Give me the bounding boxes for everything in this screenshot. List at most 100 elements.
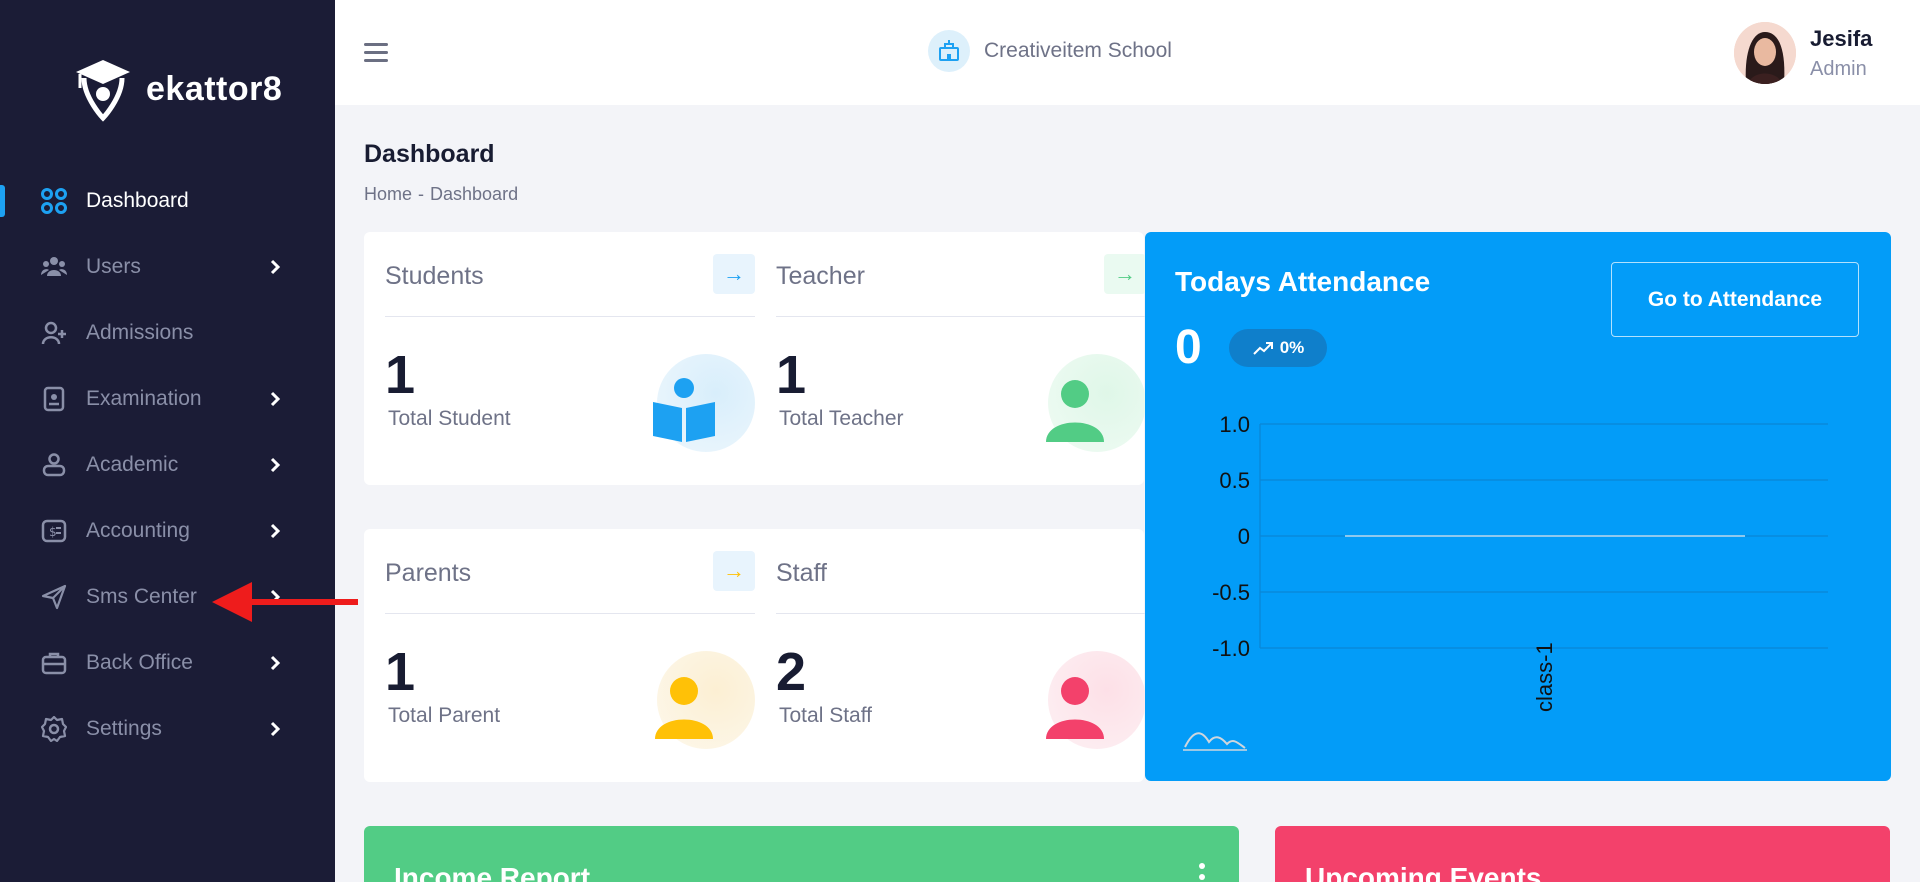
user-profile[interactable]: Jesifa Admin bbox=[1734, 22, 1872, 84]
chart-y-tick-label: 1.0 bbox=[1219, 412, 1250, 437]
brand-name: ekattor8 bbox=[146, 69, 283, 108]
stat-title: Students bbox=[385, 262, 484, 290]
chart-y-tick-label: -0.5 bbox=[1212, 580, 1250, 605]
graduation-pin-icon bbox=[76, 60, 130, 122]
avatar bbox=[1734, 22, 1796, 84]
sidebar-item-label: Users bbox=[86, 255, 141, 278]
stat-value: 1 bbox=[385, 345, 416, 405]
sidebar-item-dashboard[interactable]: Dashboard bbox=[0, 168, 335, 234]
chart-y-tick-label: 0.5 bbox=[1219, 468, 1250, 493]
school-building-icon bbox=[928, 30, 970, 72]
upcoming-events-card: Upcoming Events bbox=[1275, 826, 1890, 882]
chevron-right-icon bbox=[270, 457, 281, 473]
parent-person-icon bbox=[655, 677, 713, 739]
go-to-attendance-button[interactable]: Go to Attendance bbox=[1611, 262, 1859, 337]
chart-y-tick-label: -1.0 bbox=[1212, 636, 1250, 661]
users-icon bbox=[40, 253, 68, 281]
stat-value: 1 bbox=[776, 345, 807, 405]
parents-arrow-button[interactable]: → bbox=[713, 551, 755, 591]
exam-icon bbox=[40, 385, 68, 413]
teacher-stat: Teacher → 1 Total Teacher bbox=[776, 232, 1146, 485]
breadcrumb-current: Dashboard bbox=[430, 184, 519, 204]
svg-text:$: $ bbox=[49, 525, 57, 539]
stat-label: Total Teacher bbox=[779, 407, 904, 430]
breadcrumb-home[interactable]: Home bbox=[364, 184, 412, 204]
attendance-change-badge: 0% bbox=[1229, 329, 1327, 367]
sidebar-item-academic[interactable]: Academic bbox=[0, 432, 335, 498]
breadcrumb: Home - Dashboard bbox=[364, 184, 518, 205]
sidebar-item-label: Admissions bbox=[86, 321, 194, 344]
dashboard-grid-icon bbox=[40, 187, 68, 215]
hamburger-menu-icon[interactable] bbox=[364, 43, 388, 63]
stat-title: Parents bbox=[385, 559, 472, 587]
sidebar-item-label: Sms Center bbox=[86, 585, 197, 608]
parents-stat: Parents → 1 Total Parent bbox=[385, 529, 755, 782]
academic-icon bbox=[40, 451, 68, 479]
stat-label: Total Staff bbox=[779, 704, 873, 727]
sidebar-item-label: Academic bbox=[86, 453, 179, 476]
todays-attendance-card: Todays Attendance 0 0% Go to Attendance … bbox=[1145, 232, 1891, 781]
chevron-right-icon bbox=[270, 655, 281, 671]
income-report-title: Income Report bbox=[394, 862, 591, 882]
sidebar-item-accounting[interactable]: $ Accounting bbox=[0, 498, 335, 564]
chevron-right-icon bbox=[270, 721, 281, 737]
stat-value: 1 bbox=[385, 642, 416, 702]
income-report-card: Income Report bbox=[364, 826, 1239, 882]
more-options-icon[interactable] bbox=[1198, 862, 1206, 882]
stat-label: Total Student bbox=[388, 407, 511, 430]
annotation-arrow bbox=[212, 582, 358, 622]
school-selector[interactable]: Creativeitem School bbox=[928, 30, 1172, 72]
user-name: Jesifa bbox=[1810, 25, 1873, 51]
stats-card-top: Students → 1 Total Student Teacher → 1 T… bbox=[364, 232, 1146, 485]
chart-x-tick-label: class-1 bbox=[1532, 642, 1557, 712]
page-title: Dashboard bbox=[364, 140, 495, 168]
upcoming-events-title: Upcoming Events bbox=[1305, 862, 1542, 882]
chart-mini-sparkline-icon bbox=[1184, 732, 1246, 749]
brand-logo[interactable]: ekattor8 bbox=[74, 56, 282, 122]
top-header: Creativeitem School Jesifa Admin bbox=[335, 0, 1920, 105]
gear-icon bbox=[40, 715, 68, 743]
students-arrow-button[interactable]: → bbox=[713, 254, 755, 294]
briefcase-icon bbox=[40, 649, 68, 677]
sidebar-nav: Dashboard Users Admissions Examination A… bbox=[0, 168, 335, 762]
sidebar-item-users[interactable]: Users bbox=[0, 234, 335, 300]
staff-stat: Staff 2 Total Staff bbox=[776, 529, 1146, 782]
attendance-title: Todays Attendance bbox=[1175, 266, 1431, 297]
sidebar-item-settings[interactable]: Settings bbox=[0, 696, 335, 762]
chevron-right-icon bbox=[270, 259, 281, 275]
sidebar-item-admissions[interactable]: Admissions bbox=[0, 300, 335, 366]
stat-label: Total Parent bbox=[388, 704, 501, 727]
stat-value: 2 bbox=[776, 642, 807, 702]
breadcrumb-separator: - bbox=[418, 184, 425, 204]
sidebar-item-label: Dashboard bbox=[86, 189, 189, 212]
sidebar-item-label: Accounting bbox=[86, 519, 190, 542]
attendance-count: 0 bbox=[1175, 321, 1202, 374]
chevron-right-icon bbox=[270, 391, 281, 407]
chart-y-tick-label: 0 bbox=[1238, 524, 1250, 549]
sidebar-item-label: Examination bbox=[86, 387, 202, 410]
teacher-arrow-button[interactable]: → bbox=[1104, 254, 1146, 294]
divider bbox=[385, 613, 755, 614]
student-reading-icon bbox=[653, 378, 715, 442]
divider bbox=[385, 316, 755, 317]
sidebar: ekattor8 Dashboard Users Admissions Exam… bbox=[0, 0, 335, 882]
send-icon bbox=[40, 583, 68, 611]
students-stat: Students → 1 Total Student bbox=[385, 232, 755, 485]
attendance-change-value: 0% bbox=[1279, 338, 1305, 357]
school-name: Creativeitem School bbox=[984, 39, 1172, 62]
chevron-right-icon bbox=[270, 523, 281, 539]
sidebar-item-back-office[interactable]: Back Office bbox=[0, 630, 335, 696]
trend-up-icon bbox=[1252, 342, 1273, 355]
attendance-chart: 1.0 0.5 0 -0.5 -1.0 class-1 bbox=[1183, 412, 1828, 751]
sidebar-item-examination[interactable]: Examination bbox=[0, 366, 335, 432]
stat-title: Teacher bbox=[776, 262, 865, 290]
user-role: Admin bbox=[1810, 57, 1867, 80]
sidebar-item-label: Back Office bbox=[86, 651, 193, 674]
accounting-icon: $ bbox=[40, 517, 68, 545]
sidebar-item-label: Settings bbox=[86, 717, 162, 740]
teacher-person-icon bbox=[1046, 380, 1104, 442]
add-user-icon bbox=[40, 319, 68, 347]
stat-title: Staff bbox=[776, 559, 827, 587]
divider bbox=[776, 316, 1146, 317]
stats-card-bottom: Parents → 1 Total Parent Staff 2 Total S… bbox=[364, 529, 1146, 782]
